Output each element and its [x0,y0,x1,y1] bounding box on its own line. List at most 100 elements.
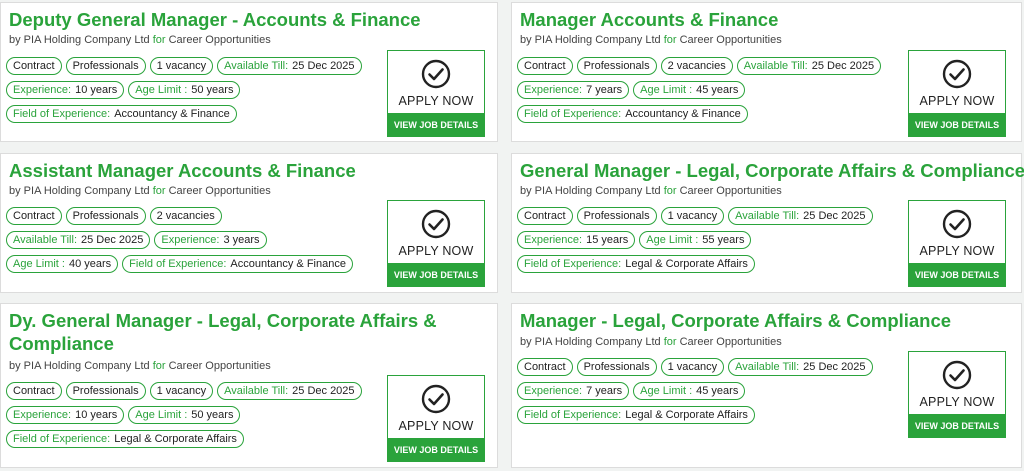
level-tag: Professionals [576,207,657,225]
field-key: Field of Experience: [13,108,111,120]
contract-tag: Contract [6,382,62,400]
for-word: for [663,34,677,46]
experience-tag: Experience: 7 years [517,81,630,99]
available-till-key: Available Till: [735,210,800,222]
job-card: Dy. General Manager - Legal, Corporate A… [0,303,498,468]
level-tag: Professionals [576,358,657,376]
tag-row: Field of Experience: Legal & Corporate Af… [6,430,244,448]
experience-tag: Experience: 3 years [154,231,267,249]
tag-row: Contract Professionals 1 vacancy Availab… [6,382,362,400]
check-circle-icon [421,59,451,89]
tag-row: Field of Experience: Legal & Corporate Af… [517,255,755,273]
apply-now-label: APPLY NOW [919,395,995,409]
vacancy-tag: 2 vacancies [660,57,733,75]
available-till-tag: Available Till: 25 Dec 2025 [728,358,873,376]
view-job-details-button[interactable]: VIEW JOB DETAILS [908,113,1006,137]
company-name: by PIA Holding Company Ltd [9,360,150,372]
job-card: Deputy General Manager - Accounts & Fina… [0,2,498,142]
contract-tag: Contract [6,207,62,225]
view-job-details-button[interactable]: VIEW JOB DETAILS [908,414,1006,438]
apply-now-button[interactable]: APPLY NOW VIEW JOB DETAILS [387,375,485,462]
job-title[interactable]: General Manager - Legal, Corporate Affai… [520,159,1024,182]
job-card: Assistant Manager Accounts & Finance by … [0,153,498,293]
job-category: Career Opportunities [168,185,271,197]
experience-value: 15 years [586,234,629,246]
field-key: Field of Experience: [13,433,111,445]
job-byline: by PIA Holding Company Ltd for Career Op… [9,360,271,372]
age-limit-tag: Age Limit :45 years [633,382,746,400]
job-title[interactable]: Assistant Manager Accounts & Finance [9,159,479,182]
apply-now-button[interactable]: APPLY NOW VIEW JOB DETAILS [387,50,485,137]
field-key: Field of Experience: [524,258,622,270]
available-till-value: 25 Dec 2025 [803,361,866,373]
available-till-tag: Available Till: 25 Dec 2025 [217,57,362,75]
view-job-details-button[interactable]: VIEW JOB DETAILS [387,263,485,287]
field-value: Accountancy & Finance [625,108,741,120]
age-limit-value: 55 years [702,234,745,246]
field-tag: Field of Experience: Accountancy & Financ… [122,255,353,273]
job-byline: by PIA Holding Company Ltd for Career Op… [520,336,782,348]
experience-key: Experience: [524,84,583,96]
for-word: for [152,34,166,46]
apply-now-button[interactable]: APPLY NOW VIEW JOB DETAILS [908,351,1006,438]
experience-value: 10 years [75,409,118,421]
available-till-key: Available Till: [13,234,77,246]
company-name: by PIA Holding Company Ltd [520,185,661,197]
experience-value: 10 years [75,84,118,96]
available-till-tag: Available Till: 25 Dec 2025 [728,207,873,225]
level-tag: Professionals [65,207,146,225]
level-tag: Professionals [576,57,657,75]
tag-row: Field of Experience: Accountancy & Financ… [6,105,237,123]
tag-row: Available Till: 25 Dec 2025 Experience: 3 … [6,231,267,249]
job-title[interactable]: Deputy General Manager - Accounts & Fina… [9,8,479,31]
job-category: Career Opportunities [679,34,782,46]
age-limit-tag: Age Limit :40 years [6,255,119,273]
available-till-tag: Available Till: 25 Dec 2025 [736,57,882,75]
available-till-key: Available Till: [224,385,289,397]
check-circle-icon [942,360,972,390]
apply-now-button[interactable]: APPLY NOW VIEW JOB DETAILS [908,200,1006,287]
field-tag: Field of Experience: Legal & Corporate Af… [517,255,755,273]
job-category: Career Opportunities [168,34,271,46]
experience-key: Experience: [524,385,583,397]
available-till-key: Available Till: [224,60,289,72]
level-tag: Professionals [65,382,146,400]
vacancy-tag: 1 vacancy [660,207,725,225]
contract-tag: Contract [517,207,573,225]
view-job-details-button[interactable]: VIEW JOB DETAILS [387,438,485,462]
field-value: Accountancy & Finance [230,258,346,270]
job-title[interactable]: Manager Accounts & Finance [520,8,990,31]
age-limit-key: Age Limit : [640,385,693,397]
age-limit-value: 40 years [68,258,112,270]
job-card: General Manager - Legal, Corporate Affai… [511,153,1024,293]
job-title[interactable]: Dy. General Manager - Legal, Corporate A… [9,309,449,355]
age-limit-value: 45 years [696,84,739,96]
apply-now-label: APPLY NOW [919,94,995,108]
age-limit-key: Age Limit : [135,409,188,421]
job-byline: by PIA Holding Company Ltd for Career Op… [520,185,782,197]
company-name: by PIA Holding Company Ltd [9,34,150,46]
vacancy-tag: 1 vacancy [149,382,214,400]
age-limit-key: Age Limit : [646,234,699,246]
apply-now-button[interactable]: APPLY NOW VIEW JOB DETAILS [908,50,1006,137]
view-job-details-button[interactable]: VIEW JOB DETAILS [387,113,485,137]
level-tag: Professionals [65,57,146,75]
experience-value: 7 years [586,84,623,96]
field-key: Field of Experience: [524,108,622,120]
experience-tag: Experience: 7 years [517,382,630,400]
check-circle-icon [421,384,451,414]
age-limit-tag: Age Limit :55 years [639,231,752,249]
available-till-tag: Available Till: 25 Dec 2025 [217,382,362,400]
apply-now-button[interactable]: APPLY NOW VIEW JOB DETAILS [387,200,485,287]
age-limit-key: Age Limit : [640,84,693,96]
experience-tag: Experience: 15 years [517,231,636,249]
experience-key: Experience: [13,84,72,96]
view-job-details-button[interactable]: VIEW JOB DETAILS [908,263,1006,287]
experience-value: 7 years [586,385,623,397]
available-till-value: 25 Dec 2025 [81,234,144,246]
available-till-key: Available Till: [743,60,808,72]
tag-row: Field of Experience: Accountancy & Financ… [517,105,748,123]
for-word: for [663,336,677,348]
job-title[interactable]: Manager - Legal, Corporate Affairs & Com… [520,309,990,332]
age-limit-tag: Age Limit :45 years [633,81,746,99]
